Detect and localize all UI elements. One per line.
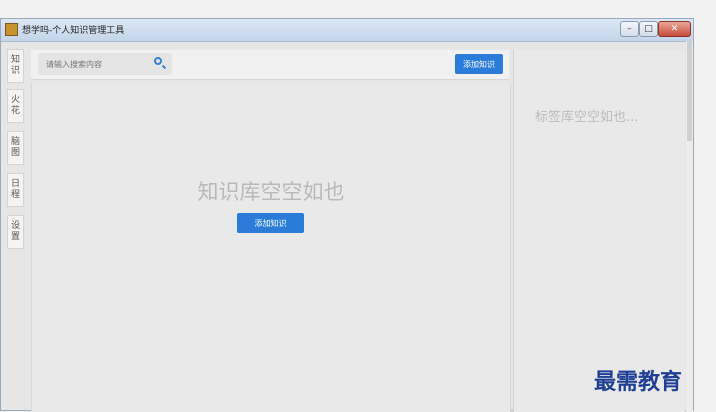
add-knowledge-button[interactable]: 添加知识 xyxy=(455,54,503,74)
close-button[interactable]: ✕ xyxy=(658,21,691,37)
app-window: 想学吗-个人知识管理工具 – □ ✕ 知识 火花 脑图 日程 设置 添加知识 知… xyxy=(0,18,694,412)
app-logo-icon xyxy=(5,23,18,36)
add-knowledge-center-button[interactable]: 添加知识 xyxy=(237,213,304,233)
tag-panel: 标签库空空如也... xyxy=(513,50,685,412)
scrollbar-thumb[interactable] xyxy=(687,41,692,141)
search-icon[interactable] xyxy=(154,57,162,65)
sidebar-item-settings[interactable]: 设置 xyxy=(7,215,24,249)
search-toolbar: 添加知识 xyxy=(31,50,509,80)
sidebar-item-mindmap[interactable]: 脑图 xyxy=(7,131,24,165)
title-bar[interactable]: 想学吗-个人知识管理工具 – □ ✕ xyxy=(1,19,693,42)
maximize-button[interactable]: □ xyxy=(639,21,658,37)
minimize-button[interactable]: – xyxy=(620,21,639,37)
watermark: 最需教育 xyxy=(594,369,683,395)
sidebar-item-schedule[interactable]: 日程 xyxy=(7,173,24,207)
knowledge-list-panel: 知识库空空如也 添加知识 xyxy=(31,83,511,412)
scrollbar[interactable] xyxy=(686,41,693,412)
search-input[interactable] xyxy=(38,53,172,75)
empty-knowledge-message: 知识库空空如也 xyxy=(197,180,345,204)
sidebar-item-spark[interactable]: 火花 xyxy=(7,89,24,123)
sidebar-item-knowledge[interactable]: 知识 xyxy=(7,49,24,83)
window-title: 想学吗-个人知识管理工具 xyxy=(22,26,125,36)
empty-tags-message: 标签库空空如也... xyxy=(535,110,639,125)
